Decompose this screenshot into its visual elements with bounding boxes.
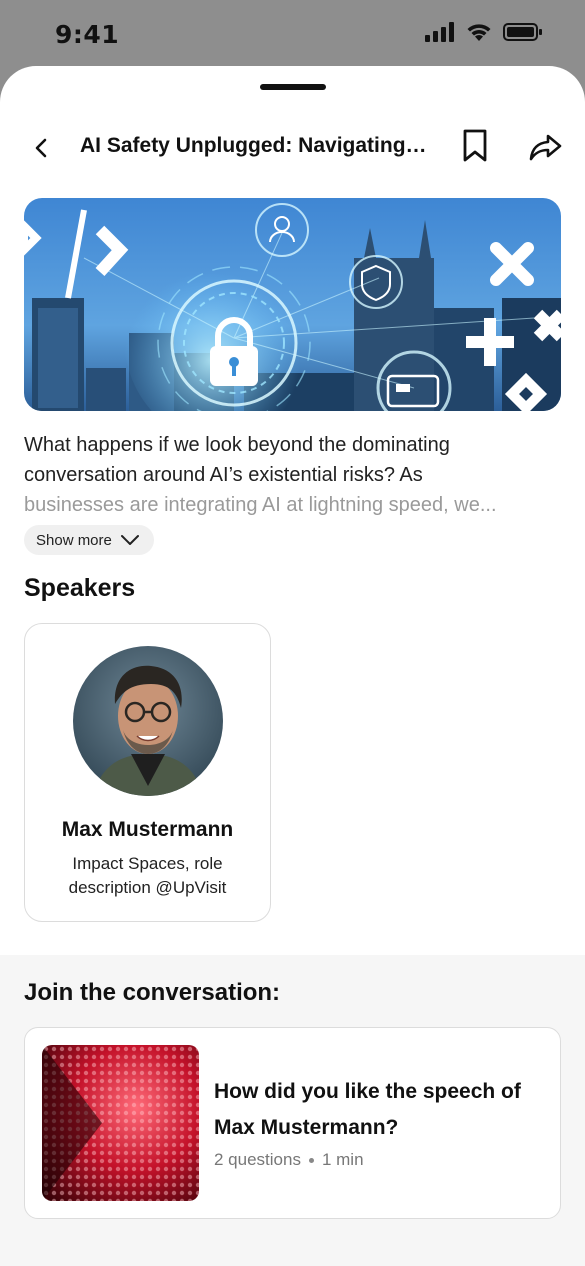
status-time: 9:41 [55, 20, 120, 49]
description-text: What happens if we look beyond the domin… [24, 434, 450, 486]
event-detail-sheet: AI Safety Unplugged: Navigating… What ha… [0, 66, 585, 1266]
survey-thumbnail [42, 1045, 199, 1201]
chevron-left-icon[interactable] [28, 134, 56, 162]
survey-meta: 2 questions 1 min [214, 1150, 364, 1170]
speaker-name: Max Mustermann [61, 818, 234, 841]
status-bar: 9:41 [0, 0, 585, 66]
speaker-card[interactable]: Max Mustermann Impact Spaces, role descr… [24, 623, 271, 922]
battery-icon [503, 23, 542, 41]
sheet-grabber[interactable] [260, 84, 326, 90]
show-more-label: Show more [36, 531, 112, 549]
speakers-heading: Speakers [24, 574, 136, 602]
show-more-button[interactable]: Show more [24, 525, 154, 555]
survey-duration: 1 min [321, 1150, 364, 1169]
event-description: What happens if we look beyond the domin… [24, 430, 561, 520]
separator-dot [308, 1157, 314, 1163]
wifi-icon [467, 24, 491, 41]
avatar [73, 646, 223, 796]
survey-card[interactable]: How did you like the speech of Max Muste… [24, 1027, 561, 1219]
share-arrow-icon[interactable] [528, 130, 564, 164]
page-title: AI Safety Unplugged: Navigating… [80, 134, 427, 157]
join-heading: Join the conversation: [24, 979, 281, 1006]
description-faded-text: businesses are integrating AI at lightni… [24, 494, 497, 516]
status-icons [425, 22, 543, 42]
speaker-role: Impact Spaces, role description @UpVisit [68, 854, 227, 897]
join-conversation-section: Join the conversation: How did you like … [0, 955, 585, 1266]
bookmark-icon[interactable] [460, 128, 490, 164]
chevron-down-icon [120, 535, 139, 545]
hero-image [24, 198, 561, 411]
survey-question-count: 2 questions [214, 1150, 301, 1169]
nav-bar: AI Safety Unplugged: Navigating… [0, 126, 585, 170]
survey-question: How did you like the speech of Max Muste… [214, 1080, 521, 1139]
cellular-signal-icon [425, 22, 454, 42]
